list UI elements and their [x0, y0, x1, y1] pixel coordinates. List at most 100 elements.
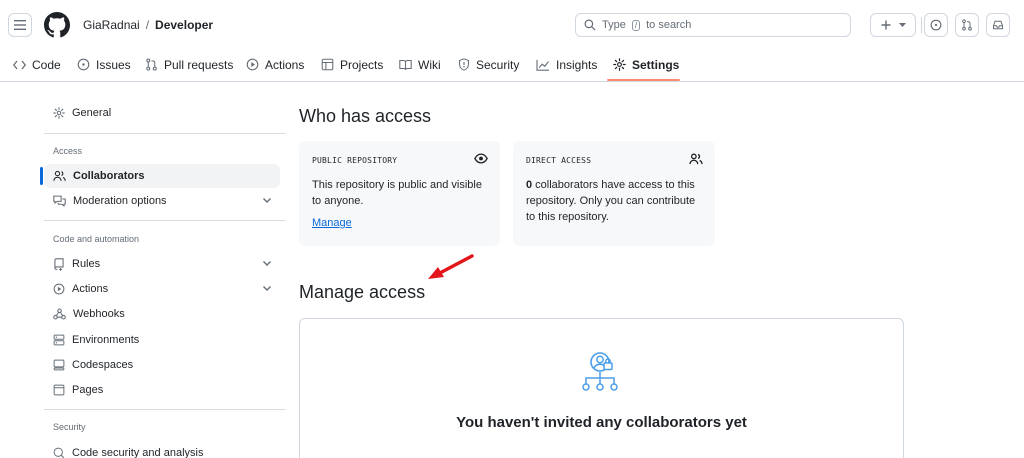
sidebar-item-webhooks[interactable]: Webhooks: [44, 302, 280, 326]
annotation-arrow-icon: [428, 254, 474, 279]
search-input[interactable]: Type / to search: [575, 13, 851, 37]
header-divider: [921, 17, 922, 33]
table-icon: [321, 58, 334, 71]
inbox-icon: [993, 20, 1003, 30]
sidebar-item-pages-label: Pages: [72, 384, 104, 396]
tab-code[interactable]: Code: [13, 48, 61, 81]
hamburger-icon: [14, 20, 26, 30]
public-repository-line-2: to anyone.: [312, 195, 364, 207]
eye-icon: [474, 153, 488, 164]
empty-state-title: You haven't invited any collaborators ye…: [456, 414, 747, 431]
who-has-access-heading: Who has access: [299, 106, 432, 126]
tab-code-label: Code: [32, 57, 61, 72]
play-icon: [53, 283, 65, 295]
active-tab-indicator: [607, 79, 680, 81]
browser-icon: [53, 384, 65, 396]
sidebar-item-moderation[interactable]: Moderation options: [44, 189, 280, 213]
selected-item-marker: [40, 167, 43, 185]
repo-owner-link[interactable]: GiaRadnai: [83, 18, 140, 32]
gear-icon: [613, 58, 626, 71]
graph-icon: [536, 59, 550, 71]
sidebar-item-actions[interactable]: Actions: [44, 277, 280, 301]
sidebar-item-codespaces-label: Codespaces: [72, 359, 134, 371]
people-icon: [689, 153, 703, 165]
breadcrumb-separator: /: [145, 18, 150, 32]
people-icon: [53, 170, 66, 181]
sidebar-item-moderation-label: Moderation options: [73, 195, 167, 207]
tab-projects[interactable]: Projects: [321, 48, 383, 81]
repo-push-icon: [54, 257, 64, 271]
inbox-button[interactable]: [986, 13, 1010, 37]
webhook-icon: [53, 308, 66, 320]
direct-access-card: DIRECT ACCESS 0 collaborators have acces…: [513, 141, 715, 246]
github-logo-icon[interactable]: [44, 12, 70, 38]
codescan-icon: [53, 447, 65, 458]
issues-button[interactable]: [924, 13, 948, 37]
sidebar-item-codespaces[interactable]: Codespaces: [44, 353, 280, 377]
direct-access-text: 0 collaborators have access to this repo…: [526, 177, 695, 225]
chevron-down-icon: [263, 198, 271, 203]
collaborators-empty-state-icon: [582, 352, 618, 391]
search-shortcut-key: /: [631, 19, 641, 31]
git-pull-request-icon: [962, 19, 972, 31]
sidebar-item-collaborators[interactable]: Collaborators: [44, 164, 280, 188]
tab-wiki-label: Wiki: [418, 57, 441, 72]
issue-opened-icon: [77, 58, 90, 71]
sidebar-item-code-security-label: Code security and analysis: [72, 447, 204, 458]
sidebar-item-environments[interactable]: Environments: [44, 328, 280, 352]
git-pull-request-icon: [146, 58, 157, 71]
sidebar-item-rules-label: Rules: [72, 258, 101, 270]
pull-requests-button[interactable]: [955, 13, 979, 37]
direct-access-caption: DIRECT ACCESS: [526, 156, 592, 165]
plus-icon: [881, 20, 890, 30]
public-repository-line-1: This repository is public and visible: [312, 179, 482, 191]
repository-nav: Code Issues Pull requests Actions Projec…: [0, 48, 1024, 82]
direct-access-line-2: repository. Only you can contribute: [526, 195, 696, 207]
comment-discussion-icon: [53, 195, 66, 207]
create-new-button[interactable]: [870, 13, 916, 37]
direct-access-line-1-text: collaborators have access to this: [532, 179, 695, 191]
tab-security[interactable]: Security: [458, 48, 519, 81]
book-icon: [399, 59, 412, 70]
server-icon: [53, 334, 65, 346]
tab-projects-label: Projects: [340, 57, 384, 72]
tab-actions[interactable]: Actions: [246, 48, 304, 81]
search-placeholder-prefix: Type: [602, 19, 626, 31]
search-icon: [584, 19, 596, 31]
gear-icon: [53, 107, 65, 119]
sidebar-heading-security: Security: [53, 422, 86, 432]
tab-wiki[interactable]: Wiki: [399, 48, 441, 81]
menu-button[interactable]: [8, 13, 32, 37]
tab-actions-label: Actions: [265, 57, 305, 72]
tab-insights[interactable]: Insights: [536, 48, 597, 81]
sidebar-divider: [44, 409, 286, 410]
sidebar-item-environments-label: Environments: [72, 334, 140, 346]
repo-name-link[interactable]: Developer: [155, 18, 213, 32]
manage-visibility-link[interactable]: Manage: [312, 217, 352, 229]
sidebar-heading-code-automation: Code and automation: [53, 234, 140, 244]
issue-opened-icon: [930, 19, 942, 31]
chevron-down-icon: [263, 261, 271, 266]
sidebar-heading-access: Access: [53, 146, 83, 156]
search-placeholder-suffix: to search: [646, 19, 692, 31]
tab-settings[interactable]: Settings: [613, 48, 679, 81]
tab-insights-label: Insights: [556, 57, 598, 72]
tab-issues[interactable]: Issues: [77, 48, 131, 81]
tab-pull-requests-label: Pull requests: [164, 57, 234, 72]
public-repository-text: This repository is public and visible to…: [312, 177, 482, 209]
tab-pull-requests[interactable]: Pull requests: [145, 48, 233, 81]
tab-issues-label: Issues: [96, 57, 131, 72]
shield-icon: [459, 58, 469, 71]
sidebar-divider: [44, 133, 286, 134]
sidebar-item-pages[interactable]: Pages: [44, 378, 280, 402]
codespaces-icon: [53, 359, 65, 371]
sidebar-item-rules[interactable]: Rules: [44, 252, 280, 276]
direct-access-line-3: to this repository.: [526, 211, 609, 223]
code-icon: [13, 60, 26, 69]
manage-access-heading: Manage access: [299, 282, 426, 302]
sidebar-divider: [44, 220, 286, 221]
sidebar-item-general[interactable]: General: [44, 101, 280, 125]
play-icon: [246, 58, 259, 71]
sidebar-item-collaborators-label: Collaborators: [73, 170, 145, 182]
sidebar-item-code-security[interactable]: Code security and analysis: [44, 441, 280, 458]
